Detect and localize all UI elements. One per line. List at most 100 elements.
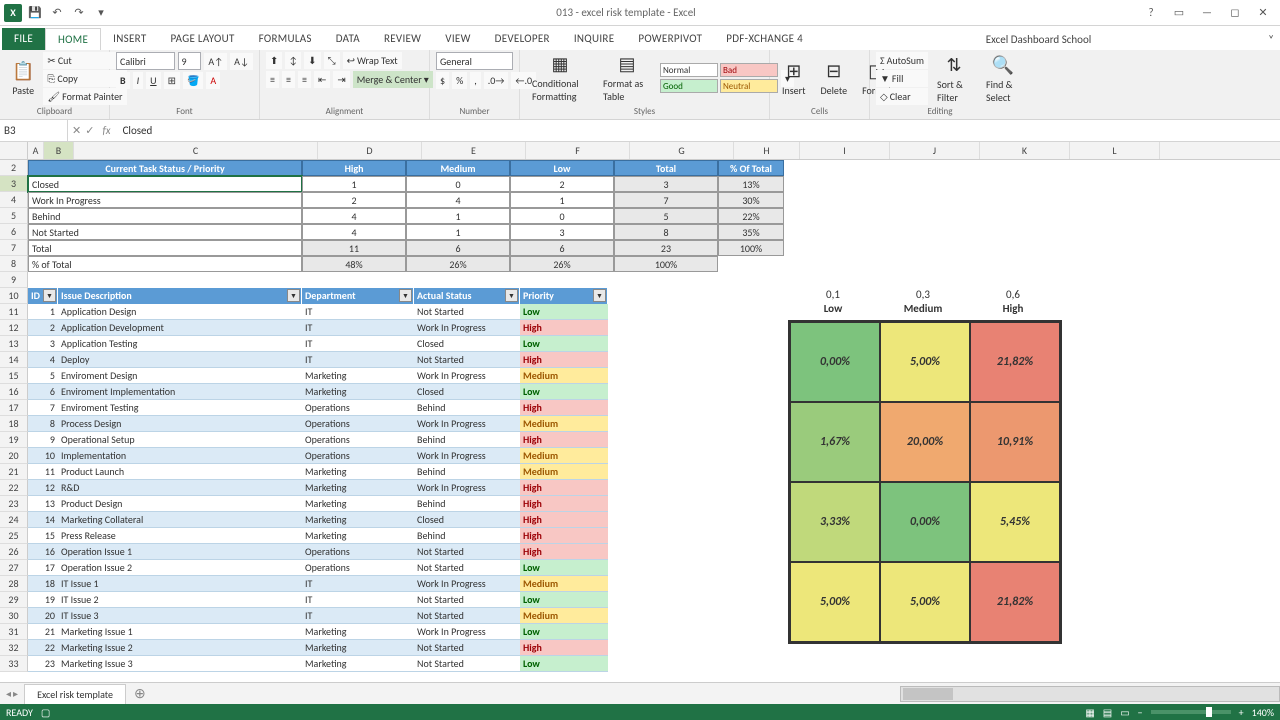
maximize-icon[interactable]: ◻ xyxy=(1222,3,1248,23)
align-top-button[interactable]: ⬆ xyxy=(266,52,282,69)
filter-dropdown-icon[interactable]: ▼ xyxy=(399,289,412,302)
issue-cell[interactable]: Marketing xyxy=(302,496,414,512)
ribbon-tab-view[interactable]: VIEW xyxy=(433,28,482,50)
row-header-7[interactable]: 7 xyxy=(0,240,28,256)
issue-cell[interactable]: 21 xyxy=(28,624,58,640)
issue-cell[interactable]: High xyxy=(520,320,608,336)
column-header-E[interactable]: E xyxy=(422,142,526,159)
issue-cell[interactable]: High xyxy=(520,400,608,416)
issue-cell[interactable]: IT xyxy=(302,304,414,320)
row-header-4[interactable]: 4 xyxy=(0,192,28,208)
issue-cell[interactable]: Product Design xyxy=(58,496,302,512)
zoom-out-button[interactable]: − xyxy=(1138,706,1143,719)
issue-cell[interactable]: Low xyxy=(520,592,608,608)
sheet-nav-next-icon[interactable]: ▸ xyxy=(13,687,18,700)
summary-row-label[interactable]: % of Total xyxy=(28,256,302,272)
issue-row[interactable]: 18IT Issue 1ITWork In ProgressMedium xyxy=(28,576,628,592)
issue-cell[interactable]: Work In Progress xyxy=(414,416,520,432)
row-header-29[interactable]: 29 xyxy=(0,592,28,608)
issue-row[interactable]: 8Process DesignOperationsWork In Progres… xyxy=(28,416,628,432)
issue-row[interactable]: 1Application DesignITNot StartedLow xyxy=(28,304,628,320)
row-header-30[interactable]: 30 xyxy=(0,608,28,624)
issue-cell[interactable]: Medium xyxy=(520,368,608,384)
issue-cell[interactable]: Low xyxy=(520,304,608,320)
issue-cell[interactable]: High xyxy=(520,528,608,544)
row-header-2[interactable]: 2 xyxy=(0,160,28,176)
issue-cell[interactable]: 14 xyxy=(28,512,58,528)
summary-cell[interactable]: 22% xyxy=(718,208,784,224)
issue-cell[interactable]: Low xyxy=(520,336,608,352)
issue-cell[interactable]: Medium xyxy=(520,464,608,480)
issue-cell[interactable]: Medium xyxy=(520,416,608,432)
issue-cell[interactable]: Not Started xyxy=(414,352,520,368)
summary-cell[interactable]: 26% xyxy=(406,256,510,272)
issue-cell[interactable]: Not Started xyxy=(414,304,520,320)
issue-cell[interactable]: Closed xyxy=(414,336,520,352)
heatmap-cell[interactable]: 21,82% xyxy=(970,562,1060,642)
summary-cell[interactable]: 6 xyxy=(406,240,510,256)
issue-cell[interactable]: Marketing xyxy=(302,512,414,528)
issue-cell[interactable]: Closed xyxy=(414,512,520,528)
font-name-combo[interactable]: Calibri xyxy=(116,52,175,70)
issue-cell[interactable]: Enviroment Design xyxy=(58,368,302,384)
ribbon-tab-data[interactable]: DATA xyxy=(324,28,372,50)
column-header-G[interactable]: G xyxy=(630,142,734,159)
issue-cell[interactable]: 12 xyxy=(28,480,58,496)
issue-cell[interactable]: 8 xyxy=(28,416,58,432)
row-header-10[interactable]: 10 xyxy=(0,288,28,304)
sort-filter-button[interactable]: ⇅Sort & Filter xyxy=(931,53,977,105)
issue-cell[interactable]: R&D xyxy=(58,480,302,496)
column-header-I[interactable]: I xyxy=(800,142,890,159)
macro-record-icon[interactable]: ▢ xyxy=(41,706,50,719)
row-header-11[interactable]: 11 xyxy=(0,304,28,320)
issue-cell[interactable]: Low xyxy=(520,656,608,672)
insert-cells-button[interactable]: ⊞Insert xyxy=(776,52,812,104)
issue-cell[interactable]: High xyxy=(520,480,608,496)
add-sheet-button[interactable]: ⊕ xyxy=(126,685,154,702)
issue-row[interactable]: 20IT Issue 3ITNot StartedMedium xyxy=(28,608,628,624)
issue-row[interactable]: 19IT Issue 2ITNot StartedLow xyxy=(28,592,628,608)
view-layout-icon[interactable]: ▤ xyxy=(1103,706,1112,719)
issue-cell[interactable]: High xyxy=(520,544,608,560)
font-color-button[interactable]: A xyxy=(206,72,220,89)
issue-row[interactable]: 17Operation Issue 2OperationsNot Started… xyxy=(28,560,628,576)
issue-cell[interactable]: Behind xyxy=(414,528,520,544)
issue-cell[interactable]: 11 xyxy=(28,464,58,480)
issue-cell[interactable]: 6 xyxy=(28,384,58,400)
issue-cell[interactable]: 22 xyxy=(28,640,58,656)
row-header-20[interactable]: 20 xyxy=(0,448,28,464)
row-header-14[interactable]: 14 xyxy=(0,352,28,368)
help-icon[interactable]: ? xyxy=(1138,3,1164,23)
row-header-25[interactable]: 25 xyxy=(0,528,28,544)
issue-cell[interactable]: Low xyxy=(520,384,608,400)
redo-icon[interactable]: ↷ xyxy=(70,4,88,22)
orientation-button[interactable]: ⤡ xyxy=(324,52,340,69)
indent-inc-button[interactable]: ⇥ xyxy=(333,71,349,88)
issue-cell[interactable]: Marketing Collateral xyxy=(58,512,302,528)
issue-cell[interactable]: High xyxy=(520,432,608,448)
issue-cell[interactable]: 4 xyxy=(28,352,58,368)
font-size-combo[interactable]: 9 xyxy=(178,52,202,70)
summary-cell[interactable]: 100% xyxy=(718,240,784,256)
shrink-font-button[interactable]: A↓ xyxy=(230,53,253,70)
summary-cell[interactable]: 2 xyxy=(302,192,406,208)
row-header-5[interactable]: 5 xyxy=(0,208,28,224)
row-header-12[interactable]: 12 xyxy=(0,320,28,336)
issue-cell[interactable]: IT xyxy=(302,320,414,336)
align-middle-button[interactable]: ↕ xyxy=(285,52,301,69)
issue-row[interactable]: 2Application DevelopmentITWork In Progre… xyxy=(28,320,628,336)
issue-cell[interactable]: Work In Progress xyxy=(414,624,520,640)
issue-cell[interactable]: Marketing xyxy=(302,368,414,384)
issue-cell[interactable]: Marketing Issue 1 xyxy=(58,624,302,640)
summary-cell[interactable]: 1 xyxy=(406,208,510,224)
filter-dropdown-icon[interactable]: ▼ xyxy=(505,289,518,302)
issue-cell[interactable]: Low xyxy=(520,624,608,640)
issue-cell[interactable]: Application Design xyxy=(58,304,302,320)
summary-cell[interactable]: 26% xyxy=(510,256,614,272)
undo-icon[interactable]: ↶ xyxy=(48,4,66,22)
issue-row[interactable]: 5Enviroment DesignMarketingWork In Progr… xyxy=(28,368,628,384)
issue-cell[interactable]: 18 xyxy=(28,576,58,592)
summary-cell[interactable]: 3 xyxy=(510,224,614,240)
issue-cell[interactable]: IT Issue 1 xyxy=(58,576,302,592)
fill-button[interactable]: ▼Fill xyxy=(876,70,928,87)
